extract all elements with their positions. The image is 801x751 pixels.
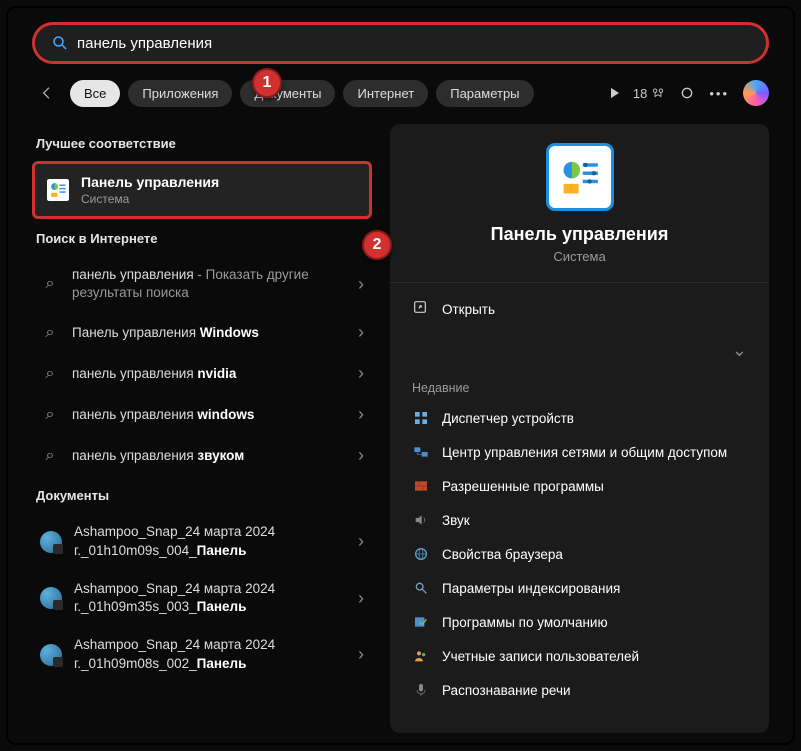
recent-item[interactable]: Распознавание речи (390, 673, 769, 707)
open-icon (412, 299, 430, 320)
search-icon (40, 365, 60, 383)
recent-header: Недавние (390, 371, 769, 401)
internet-options-icon (412, 545, 430, 563)
filter-web[interactable]: Интернет (343, 80, 428, 107)
chevron-right-icon (358, 322, 364, 343)
speech-icon (412, 681, 430, 699)
open-action[interactable]: Открыть (390, 282, 769, 336)
preview-subtitle: Система (553, 249, 605, 264)
device-manager-icon (412, 409, 430, 427)
firewall-icon (412, 477, 430, 495)
circle-icon[interactable] (679, 85, 695, 101)
best-match-sub: Система (81, 192, 219, 206)
web-result[interactable]: панель управления nvidia (32, 353, 372, 394)
document-result[interactable]: Ashampoo_Snap_24 марта 2024г._01h10m09s_… (32, 513, 372, 569)
search-bar[interactable] (32, 22, 769, 64)
best-match-item[interactable]: Панель управления Система (32, 161, 372, 219)
document-result[interactable]: Ashampoo_Snap_24 марта 2024г._01h09m08s_… (32, 626, 372, 682)
web-search-header: Поиск в Интернете (32, 219, 372, 256)
recent-item[interactable]: Разрешенные программы (390, 469, 769, 503)
best-match-title: Панель управления (81, 174, 219, 190)
copilot-icon[interactable] (743, 80, 769, 106)
user-accounts-icon (412, 647, 430, 665)
expand-actions[interactable] (390, 336, 769, 371)
search-icon (51, 34, 69, 52)
search-icon (40, 324, 60, 342)
filter-all[interactable]: Все (70, 80, 120, 107)
recent-item[interactable]: Центр управления сетями и общим доступом (390, 435, 769, 469)
web-result[interactable]: Панель управления Windows (32, 312, 372, 353)
recent-item[interactable]: Свойства браузера (390, 537, 769, 571)
search-icon (40, 447, 60, 465)
search-icon (40, 275, 60, 293)
web-result[interactable]: панель управления windows (32, 394, 372, 435)
preview-title: Панель управления (491, 224, 669, 245)
web-result[interactable]: панель управления - Показать другие резу… (32, 256, 372, 312)
back-button[interactable] (32, 78, 62, 108)
network-center-icon (412, 443, 430, 461)
rewards-badge[interactable]: 18 (633, 86, 665, 101)
web-result[interactable]: панель управления звуком (32, 435, 372, 476)
default-programs-icon (412, 613, 430, 631)
sound-icon (412, 511, 430, 529)
document-result[interactable]: Ashampoo_Snap_24 марта 2024г._01h09m35s_… (32, 570, 372, 626)
chevron-right-icon (358, 404, 364, 425)
recent-item[interactable]: Диспетчер устройств (390, 401, 769, 435)
control-panel-icon-large (549, 146, 611, 208)
play-button[interactable] (611, 88, 619, 98)
filter-row: Все Приложения Документы Интернет Параме… (8, 64, 793, 108)
chevron-right-icon (358, 445, 364, 466)
chevron-right-icon (358, 531, 364, 552)
best-match-header: Лучшее соответствие (32, 124, 372, 161)
search-window: 1 2 Все Приложения Документы Интернет Па… (6, 6, 795, 745)
chevron-right-icon (358, 363, 364, 384)
documents-header: Документы (32, 476, 372, 513)
indexing-icon (412, 579, 430, 597)
recent-item[interactable]: Программы по умолчанию (390, 605, 769, 639)
results-column: Лучшее соответствие Панель управления Си… (32, 124, 372, 733)
chevron-right-icon (358, 274, 364, 295)
annotation-badge-1: 1 (252, 68, 282, 98)
recent-item[interactable]: Учетные записи пользователей (390, 639, 769, 673)
image-file-icon (40, 531, 62, 553)
chevron-right-icon (358, 644, 364, 665)
preview-panel: Панель управления Система Открыть Недавн… (390, 124, 769, 733)
filter-apps[interactable]: Приложения (128, 80, 232, 107)
image-file-icon (40, 644, 62, 666)
chevron-down-icon (732, 340, 747, 361)
recent-item[interactable]: Параметры индексирования (390, 571, 769, 605)
filter-settings[interactable]: Параметры (436, 80, 533, 107)
control-panel-icon (47, 179, 69, 201)
recent-item[interactable]: Звук (390, 503, 769, 537)
annotation-badge-2: 2 (362, 230, 392, 260)
search-input[interactable] (77, 35, 750, 52)
image-file-icon (40, 587, 62, 609)
chevron-right-icon (358, 588, 364, 609)
more-button[interactable]: ••• (709, 86, 729, 101)
search-icon (40, 406, 60, 424)
